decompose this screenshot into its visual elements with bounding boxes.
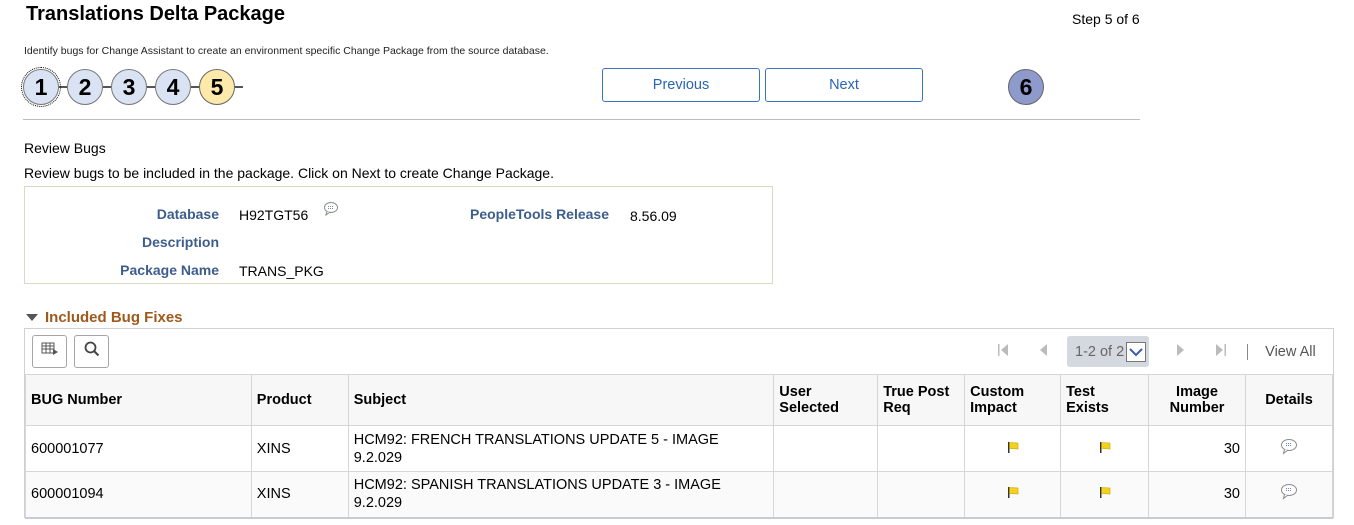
search-icon bbox=[83, 340, 101, 363]
next-page-icon[interactable] bbox=[1175, 343, 1185, 360]
collapse-triangle-icon bbox=[26, 314, 38, 321]
column-header-user-selected[interactable]: User Selected bbox=[773, 374, 879, 426]
package-name-value: TRANS_PKG bbox=[239, 263, 324, 279]
grid-settings-icon bbox=[41, 341, 59, 362]
step-1[interactable]: 1 bbox=[21, 67, 61, 107]
bug-number-cell: 600001094 bbox=[25, 471, 252, 519]
custom-impact-cell bbox=[964, 471, 1062, 519]
true-post-req-cell bbox=[877, 425, 966, 472]
subject-line-1: HCM92: FRENCH TRANSLATIONS UPDATE 5 - IM… bbox=[353, 431, 719, 448]
step-6[interactable]: 6 bbox=[1008, 69, 1044, 105]
grid-pager: 1-2 of 2 View All bbox=[997, 336, 1316, 367]
database-details-icon[interactable] bbox=[323, 201, 339, 222]
package-name-label: Package Name bbox=[120, 262, 219, 278]
column-header-details: Details bbox=[1244, 374, 1334, 426]
package-info-box: Database H92TGT56 Description Package Na… bbox=[24, 186, 773, 284]
description-label: Description bbox=[141, 234, 219, 250]
review-title: Review Bugs bbox=[24, 140, 106, 156]
column-header-subject[interactable]: Subject bbox=[347, 374, 775, 426]
details-icon[interactable] bbox=[1280, 438, 1298, 459]
test-exists-cell bbox=[1060, 425, 1150, 472]
subject-line-1: HCM92: SPANISH TRANSLATIONS UPDATE 3 - I… bbox=[353, 477, 721, 494]
row-count-label: 1-2 of 2 bbox=[1075, 343, 1125, 360]
page-title: Translations Delta Package bbox=[26, 3, 286, 25]
step-indicator: Step 5 of 6 bbox=[1072, 11, 1140, 27]
instructions-text: Identify bugs for Change Assistant to cr… bbox=[24, 45, 549, 57]
view-all-link[interactable]: View All bbox=[1265, 344, 1316, 360]
subject-line-2: 9.2.029 bbox=[353, 449, 403, 466]
column-header-product[interactable]: Product bbox=[250, 374, 349, 426]
test-exists-cell bbox=[1060, 471, 1150, 519]
subject-cell: HCM92: FRENCH TRANSLATIONS UPDATE 5 - IM… bbox=[347, 425, 775, 472]
chevron-down-icon bbox=[1126, 341, 1147, 362]
table-row: 600001077 XINS HCM92: FRENCH TRANSLATION… bbox=[25, 425, 1334, 472]
step-connector bbox=[103, 86, 111, 88]
subject-cell: HCM92: SPANISH TRANSLATIONS UPDATE 3 - I… bbox=[347, 471, 775, 519]
row-count-dropdown[interactable]: 1-2 of 2 bbox=[1067, 336, 1150, 367]
flag-icon bbox=[1007, 486, 1019, 502]
flag-icon bbox=[1099, 441, 1111, 457]
details-icon[interactable] bbox=[1280, 484, 1298, 504]
column-header-test-exists[interactable]: Test Exists bbox=[1060, 374, 1150, 426]
bug-fixes-table: BUG Number Product Subject User Selected… bbox=[25, 374, 1334, 519]
step-connector bbox=[59, 86, 67, 88]
flag-icon bbox=[1099, 486, 1111, 502]
column-header-custom-impact[interactable]: Custom Impact bbox=[964, 374, 1062, 426]
database-label: Database bbox=[156, 206, 219, 222]
step-4[interactable]: 4 bbox=[155, 69, 191, 105]
peopletools-release-label: PeopleTools Release bbox=[469, 206, 609, 222]
step-train: 1 2 3 4 5 6 bbox=[21, 67, 1044, 107]
table-header-row: BUG Number Product Subject User Selected… bbox=[25, 374, 1334, 426]
true-post-req-cell bbox=[877, 471, 966, 519]
column-header-bug-number[interactable]: BUG Number bbox=[25, 374, 252, 426]
bug-number-cell: 600001077 bbox=[25, 425, 252, 472]
step-3[interactable]: 3 bbox=[111, 69, 147, 105]
find-button[interactable] bbox=[74, 335, 109, 368]
step-connector bbox=[191, 86, 199, 88]
image-number-cell: 30 bbox=[1148, 471, 1246, 519]
flag-icon bbox=[1007, 441, 1019, 457]
column-header-image-number[interactable]: Image Number bbox=[1148, 374, 1246, 426]
details-cell bbox=[1244, 471, 1334, 519]
step-5[interactable]: 5 bbox=[199, 69, 235, 105]
first-page-icon[interactable] bbox=[997, 343, 1009, 360]
personalize-grid-button[interactable] bbox=[32, 335, 67, 368]
user-selected-cell bbox=[773, 425, 879, 472]
table-row: 600001094 XINS HCM92: SPANISH TRANSLATIO… bbox=[25, 471, 1334, 519]
custom-impact-cell bbox=[964, 425, 1062, 472]
product-cell: XINS bbox=[250, 471, 349, 519]
details-cell bbox=[1244, 425, 1334, 472]
review-description: Review bugs to be included in the packag… bbox=[24, 165, 554, 181]
user-selected-cell bbox=[773, 471, 879, 519]
pager-separator bbox=[1247, 343, 1249, 360]
step-connector bbox=[147, 86, 155, 88]
divider bbox=[23, 119, 1140, 120]
section-title: Included Bug Fixes bbox=[45, 309, 183, 326]
next-button[interactable]: Next bbox=[765, 68, 923, 102]
previous-button[interactable]: Previous bbox=[602, 68, 760, 102]
included-bug-fixes-header[interactable]: Included Bug Fixes bbox=[26, 309, 183, 326]
column-header-true-post-req[interactable]: True Post Req bbox=[877, 374, 966, 426]
last-page-icon[interactable] bbox=[1215, 343, 1227, 360]
image-number-cell: 30 bbox=[1148, 425, 1246, 472]
previous-page-icon[interactable] bbox=[1039, 343, 1049, 360]
product-cell: XINS bbox=[250, 425, 349, 472]
database-value: H92TGT56 bbox=[239, 207, 309, 223]
step-2[interactable]: 2 bbox=[67, 69, 103, 105]
peopletools-release-value: 8.56.09 bbox=[630, 208, 677, 224]
subject-line-2: 9.2.029 bbox=[353, 495, 403, 512]
step-connector bbox=[235, 86, 243, 88]
